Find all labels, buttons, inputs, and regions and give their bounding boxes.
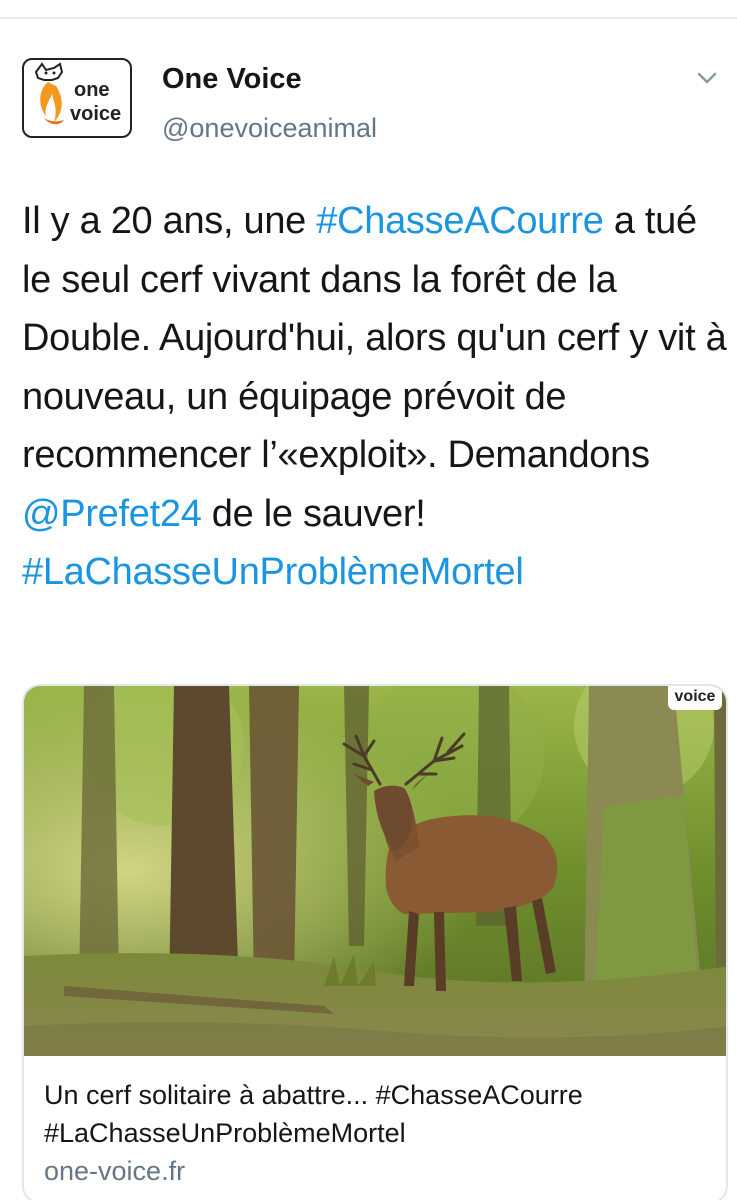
svg-text:one: one xyxy=(74,79,110,101)
card-image[interactable]: voice xyxy=(24,686,726,1056)
hashtag-link[interactable]: #ChasseACourre xyxy=(316,200,604,242)
card-title[interactable]: Un cerf solitaire à abattre... #ChasseAC… xyxy=(44,1076,714,1152)
display-name[interactable]: One Voice xyxy=(162,62,302,96)
tweet-text-segment: de le sauver! xyxy=(201,492,426,535)
one-voice-logo-icon: one voice xyxy=(34,62,121,125)
deer-forest-photo xyxy=(24,686,726,1056)
avatar[interactable]: one voice xyxy=(22,58,132,138)
card-image-badge: voice xyxy=(668,686,722,710)
svg-text:voice: voice xyxy=(70,103,121,125)
tweet-text: Il y a 20 ans, une #ChasseACourre a tué … xyxy=(22,192,727,602)
tweet-text-segment: Il y a 20 ans, une xyxy=(22,200,317,242)
link-card[interactable]: voice Un cerf solitaire à abattre... #Ch… xyxy=(22,684,728,1200)
chevron-down-icon[interactable] xyxy=(692,66,722,90)
tweet-header: one voice One Voice @onevoiceanimal xyxy=(22,58,722,148)
account-handle[interactable]: @onevoiceanimal xyxy=(162,112,377,144)
card-domain[interactable]: one-voice.fr xyxy=(44,1155,185,1187)
top-divider xyxy=(0,17,737,19)
mention-link[interactable]: @Prefet24 xyxy=(22,493,202,535)
hashtag-link[interactable]: #LaChasseUnProblèmeMortel xyxy=(22,551,524,593)
